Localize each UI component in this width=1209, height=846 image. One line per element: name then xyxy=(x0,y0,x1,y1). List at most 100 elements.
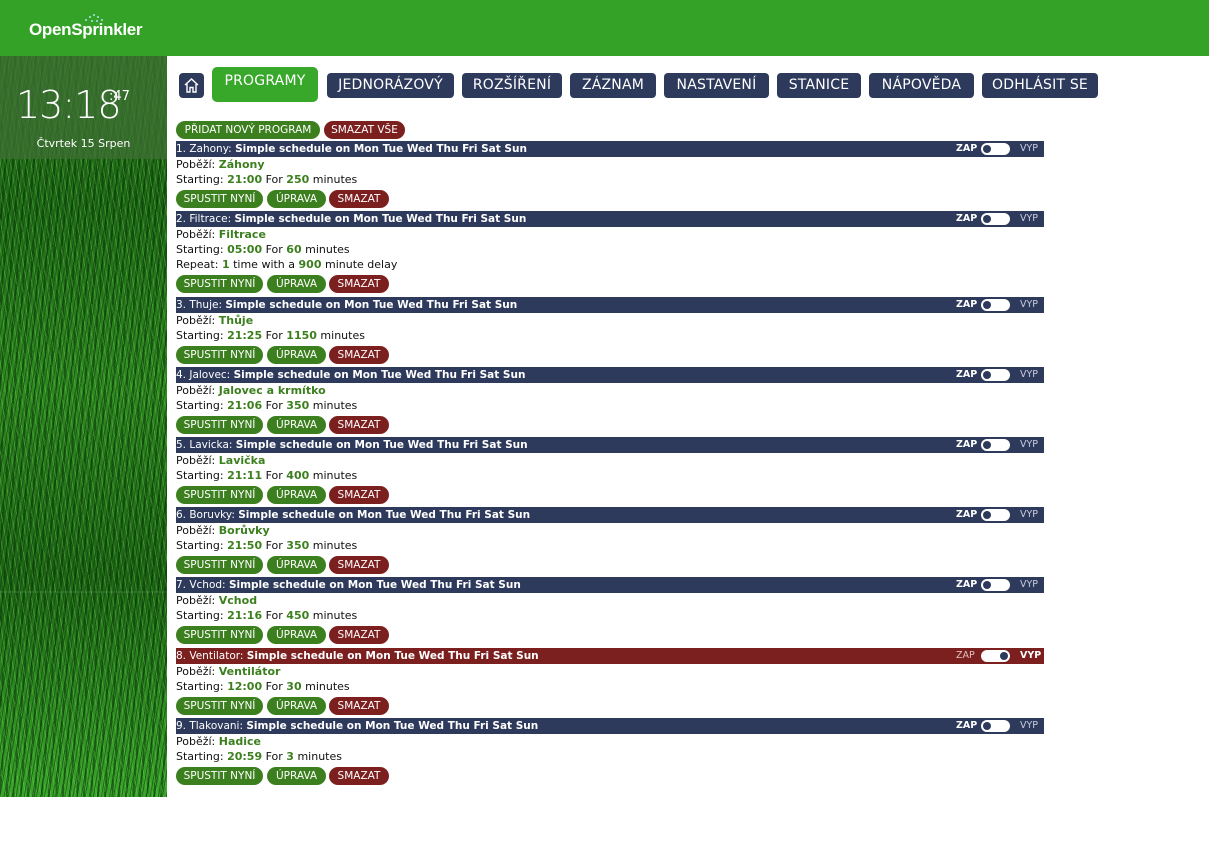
runs-label: Poběží: xyxy=(176,384,216,397)
program-enable-toggle[interactable]: ZAP VYP xyxy=(954,577,1044,593)
toggle-off-label: VYP xyxy=(1020,369,1039,380)
program-stations-line: Poběží: Borůvky xyxy=(176,524,270,537)
delete-button[interactable]: SMAZAT xyxy=(329,416,389,434)
delete-button[interactable]: SMAZAT xyxy=(329,275,389,293)
edit-button[interactable]: ÚPRAVA xyxy=(267,346,326,364)
edit-button[interactable]: ÚPRAVA xyxy=(267,275,326,293)
toggle-switch[interactable] xyxy=(981,720,1010,732)
opensprinkler-logo[interactable]: OpenSprinkler xyxy=(29,14,143,40)
delete-button[interactable]: SMAZAT xyxy=(329,767,389,785)
for-label: For xyxy=(265,329,283,342)
program-name: 7. Vchod: xyxy=(176,579,226,591)
run-now-button[interactable]: SPUSTIT NYNÍ xyxy=(176,346,263,364)
program-header[interactable]: 1. Zahony: Simple schedule on Mon Tue We… xyxy=(176,141,1044,157)
tab-jednorazovy[interactable]: JEDNORÁZOVÝ xyxy=(327,73,454,98)
delete-button[interactable]: SMAZAT xyxy=(329,346,389,364)
program-schedule: Simple schedule on Mon Tue Wed Thu Fri S… xyxy=(235,439,528,451)
toggle-switch[interactable] xyxy=(981,650,1010,662)
edit-button[interactable]: ÚPRAVA xyxy=(267,556,326,574)
program-station: Filtrace xyxy=(218,228,266,241)
tab-rozsireni[interactable]: ROZŠÍŘENÍ xyxy=(462,73,562,98)
program-start-time: 05:00 xyxy=(227,243,263,256)
program-header[interactable]: 5. Lavicka: Simple schedule on Mon Tue W… xyxy=(176,437,1044,453)
delete-all-button[interactable]: SMAZAT VŠE xyxy=(324,121,405,139)
program-name: 6. Boruvky: xyxy=(176,509,235,521)
edit-button[interactable]: ÚPRAVA xyxy=(267,486,326,504)
program-schedule: Simple schedule on Mon Tue Wed Thu Fri S… xyxy=(246,650,539,662)
delete-button[interactable]: SMAZAT xyxy=(329,556,389,574)
program-start-line: Starting: 21:16 For 450 minutes xyxy=(176,609,357,622)
program-enable-toggle[interactable]: ZAP VYP xyxy=(954,507,1044,523)
program-enable-toggle[interactable]: ZAP VYP xyxy=(954,437,1044,453)
toggle-switch[interactable] xyxy=(981,579,1010,591)
program-station: Vchod xyxy=(218,594,258,607)
program-repeat-line: Repeat: 1 time with a 900 minute delay xyxy=(176,258,397,271)
program-header[interactable]: 7. Vchod: Simple schedule on Mon Tue Wed… xyxy=(176,577,1044,593)
tab-programy[interactable]: PROGRAMY xyxy=(212,67,318,102)
run-now-button[interactable]: SPUSTIT NYNÍ xyxy=(176,556,263,574)
program-start-line: Starting: 21:25 For 1150 minutes xyxy=(176,329,365,342)
tab-zaznam[interactable]: ZÁZNAM xyxy=(570,73,656,98)
run-now-button[interactable]: SPUSTIT NYNÍ xyxy=(176,697,263,715)
program-header[interactable]: 6. Boruvky: Simple schedule on Mon Tue W… xyxy=(176,507,1044,523)
toggle-off-label: VYP xyxy=(1020,213,1039,224)
edit-button[interactable]: ÚPRAVA xyxy=(267,190,326,208)
starting-label: Starting: xyxy=(176,469,224,482)
edit-button[interactable]: ÚPRAVA xyxy=(267,626,326,644)
toggle-switch[interactable] xyxy=(981,143,1010,155)
program-duration: 400 xyxy=(286,469,310,482)
program-enable-toggle[interactable]: ZAP VYP xyxy=(954,367,1044,383)
for-label: For xyxy=(265,609,283,622)
tab-stanice[interactable]: STANICE xyxy=(777,73,861,98)
run-now-button[interactable]: SPUSTIT NYNÍ xyxy=(176,190,263,208)
program-schedule: Simple schedule on Mon Tue Wed Thu Fri S… xyxy=(234,213,527,225)
program-schedule: Simple schedule on Mon Tue Wed Thu Fri S… xyxy=(238,509,531,521)
edit-button[interactable]: ÚPRAVA xyxy=(267,697,326,715)
toggle-switch[interactable] xyxy=(981,439,1010,451)
program-start-line: Starting: 21:00 For 250 minutes xyxy=(176,173,357,186)
home-button[interactable] xyxy=(179,73,204,98)
program-enable-toggle[interactable]: ZAP VYP xyxy=(954,141,1044,157)
program-name: 4. Jalovec: xyxy=(176,369,231,381)
program-station: Záhony xyxy=(218,158,265,171)
toggle-switch[interactable] xyxy=(981,213,1010,225)
program-header[interactable]: 2. Filtrace: Simple schedule on Mon Tue … xyxy=(176,211,1044,227)
program-start-time: 20:59 xyxy=(227,750,263,763)
toggle-off-label: VYP xyxy=(1020,439,1039,450)
toggle-switch[interactable] xyxy=(981,369,1010,381)
run-now-button[interactable]: SPUSTIT NYNÍ xyxy=(176,275,263,293)
delete-button[interactable]: SMAZAT xyxy=(329,190,389,208)
run-now-button[interactable]: SPUSTIT NYNÍ xyxy=(176,416,263,434)
program-header[interactable]: 4. Jalovec: Simple schedule on Mon Tue W… xyxy=(176,367,1044,383)
minutes-label: minutes xyxy=(312,539,358,552)
add-program-button[interactable]: PŘIDAT NOVÝ PROGRAM xyxy=(176,121,320,139)
minutes-label: minutes xyxy=(305,680,350,693)
delete-button[interactable]: SMAZAT xyxy=(329,626,389,644)
delete-button[interactable]: SMAZAT xyxy=(329,486,389,504)
toggle-knob xyxy=(983,722,991,730)
program-start-time: 21:50 xyxy=(227,539,263,552)
starting-label: Starting: xyxy=(176,173,224,186)
program-enable-toggle[interactable]: ZAP VYP xyxy=(954,297,1044,313)
delete-button[interactable]: SMAZAT xyxy=(329,697,389,715)
run-now-button[interactable]: SPUSTIT NYNÍ xyxy=(176,626,263,644)
program-enable-toggle[interactable]: ZAP VYP xyxy=(954,211,1044,227)
tab-odhlasit-se[interactable]: ODHLÁSIT SE xyxy=(982,73,1098,98)
run-now-button[interactable]: SPUSTIT NYNÍ xyxy=(176,486,263,504)
tab-nastaveni[interactable]: NASTAVENÍ xyxy=(664,73,769,98)
toggle-on-label: ZAP xyxy=(956,439,978,450)
program-enable-toggle[interactable]: ZAP VYP xyxy=(954,648,1044,664)
edit-button[interactable]: ÚPRAVA xyxy=(267,416,326,434)
tab-napoveda[interactable]: NÁPOVĚDA xyxy=(869,73,974,98)
run-now-button[interactable]: SPUSTIT NYNÍ xyxy=(176,767,263,785)
toggle-off-label: VYP xyxy=(1020,299,1039,310)
program-enable-toggle[interactable]: ZAP VYP xyxy=(954,718,1044,734)
program-header[interactable]: 9. Tlakovani: Simple schedule on Mon Tue… xyxy=(176,718,1044,734)
edit-button[interactable]: ÚPRAVA xyxy=(267,767,326,785)
program-header[interactable]: 8. Ventilator: Simple schedule on Mon Tu… xyxy=(176,648,1044,664)
program-header[interactable]: 3. Thuje: Simple schedule on Mon Tue Wed… xyxy=(176,297,1044,313)
toggle-switch[interactable] xyxy=(981,299,1010,311)
program-start-line: Starting: 21:50 For 350 minutes xyxy=(176,539,357,552)
toggle-switch[interactable] xyxy=(981,509,1010,521)
minutes-label: minutes xyxy=(320,329,365,342)
